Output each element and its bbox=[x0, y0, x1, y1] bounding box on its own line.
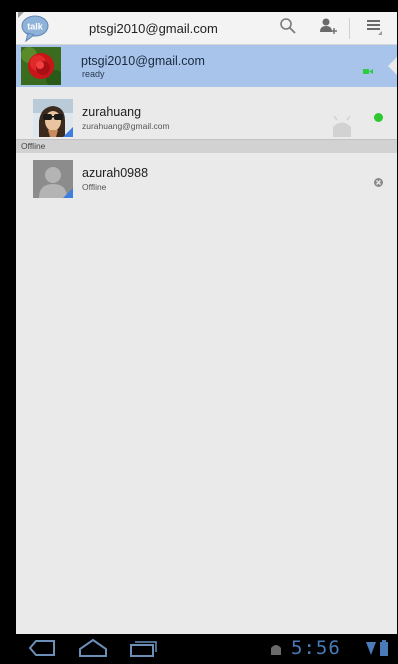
search-button[interactable] bbox=[270, 12, 306, 45]
action-bar-divider bbox=[349, 18, 350, 39]
contact-name: azurah0988 bbox=[82, 166, 149, 180]
selection-indicator bbox=[388, 57, 397, 75]
account-title: ptsgi2010@gmail.com bbox=[89, 21, 218, 36]
contact-row[interactable]: azurah0988 Offline bbox=[16, 158, 397, 198]
self-status-row[interactable]: ptsgi2010@gmail.com ready bbox=[16, 45, 397, 87]
contact-name: zurahuang bbox=[82, 105, 142, 119]
search-icon bbox=[279, 17, 297, 40]
self-avatar[interactable] bbox=[21, 47, 61, 85]
status-clock: 5:56 bbox=[291, 637, 341, 659]
contact-row[interactable]: zurahuang zurahuang@gmail.com bbox=[16, 97, 397, 137]
overflow-menu-button[interactable] bbox=[356, 12, 392, 45]
add-contact-icon bbox=[318, 16, 338, 41]
contact-email: zurahuang@gmail.com bbox=[82, 121, 170, 131]
device-frame: talk ptsgi2010@gmail.com ptsgi2010@gmail… bbox=[0, 0, 398, 664]
offline-section-header: Offline bbox=[16, 139, 397, 153]
menu-icon bbox=[365, 17, 383, 40]
action-bar: talk ptsgi2010@gmail.com bbox=[16, 12, 397, 45]
video-chat-icon bbox=[363, 62, 373, 80]
presence-available-indicator bbox=[374, 113, 383, 122]
home-icon[interactable] bbox=[78, 638, 108, 663]
offline-status-icon bbox=[374, 174, 383, 192]
system-nav-bar: 5:56 bbox=[0, 634, 398, 664]
recent-apps-icon[interactable] bbox=[128, 638, 158, 663]
self-name: ptsgi2010@gmail.com bbox=[81, 54, 205, 68]
back-icon[interactable] bbox=[28, 638, 58, 663]
app-screen: talk ptsgi2010@gmail.com ptsgi2010@gmail… bbox=[16, 12, 397, 634]
contact-status: Offline bbox=[82, 182, 107, 192]
wifi-icon bbox=[366, 642, 376, 660]
talk-logo-text: talk bbox=[27, 22, 44, 32]
section-label: Offline bbox=[21, 141, 46, 151]
battery-icon bbox=[380, 640, 388, 661]
contact-avatar[interactable] bbox=[33, 160, 73, 198]
contact-avatar[interactable] bbox=[33, 99, 73, 137]
android-debug-icon bbox=[270, 642, 282, 660]
talk-logo[interactable]: talk bbox=[18, 12, 52, 45]
self-status-text: ready bbox=[82, 69, 105, 79]
add-contact-button[interactable] bbox=[310, 12, 346, 45]
